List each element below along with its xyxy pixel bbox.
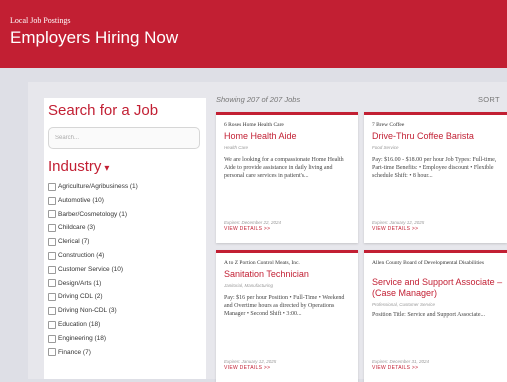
checkbox-icon[interactable] [48,279,56,288]
job-description: Pay: $16 per hour Position • Full-Time •… [224,295,345,317]
job-card: A to Z Portion Control Meats, Inc. Sanit… [216,250,358,382]
checkbox-icon[interactable] [48,265,56,274]
job-expires: Expires: December 31, 2024 [372,359,430,364]
job-title[interactable]: Sanitation Technician [224,269,358,280]
checkbox-icon[interactable] [48,196,56,205]
search-input[interactable] [55,131,191,145]
chevron-down-icon: ▾ [104,163,110,174]
industry-option[interactable]: Design/Arts (1) [48,277,204,291]
view-details-link[interactable]: VIEW DETAILS >> [372,226,418,232]
industry-option[interactable]: Automotive (10) [48,194,204,208]
job-employer: 7 Brew Coffee [372,122,405,128]
job-expires: Expires: January 12, 2025 [372,220,425,225]
industry-option[interactable]: Customer Service (10) [48,263,204,277]
industry-option[interactable]: Clerical (7) [48,235,204,249]
view-details-link[interactable]: VIEW DETAILS >> [372,365,418,371]
checkbox-icon[interactable] [48,182,56,191]
header-subtitle: Local Job Postings [10,16,71,25]
industry-option[interactable]: Driving CDL (2) [48,290,204,304]
checkbox-icon[interactable] [48,238,56,247]
industry-filter-list: Agriculture/Agribusiness (1) Automotive … [48,180,204,359]
job-title[interactable]: Drive-Thru Coffee Barista [372,131,506,142]
industry-option[interactable]: Construction (4) [48,249,204,263]
industry-option[interactable]: Finance (7) [48,346,204,360]
job-card: Allen County Board of Developmental Disa… [364,250,507,382]
checkbox-icon[interactable] [48,348,56,357]
checkbox-icon[interactable] [48,320,56,329]
industry-option[interactable]: Agriculture/Agribusiness (1) [48,180,204,194]
job-employer: A to Z Portion Control Meats, Inc. [224,260,300,266]
search-title: Search for a Job [48,102,159,119]
industry-filter-toggle[interactable]: Industry ▾ [48,158,109,175]
job-expires: Expires: January 12, 2025 [224,359,277,364]
job-employer: Allen County Board of Developmental Disa… [372,260,484,266]
job-title[interactable]: Service and Support Associate – (Case Ma… [372,277,506,299]
checkbox-icon[interactable] [48,293,56,302]
industry-title: Industry [48,158,102,175]
job-category: Janitorial, Manufacturing [224,283,274,288]
checkbox-icon[interactable] [48,334,56,343]
search-box[interactable] [48,127,200,149]
industry-option[interactable]: Driving Non-CDL (3) [48,304,204,318]
job-description: Pay: $16.00 - $18.00 per hour Job Types:… [372,157,497,179]
industry-option[interactable]: Childcare (3) [48,221,204,235]
industry-option[interactable]: Barber/Cosmetology (1) [48,208,204,222]
job-category: Health Care [224,145,249,150]
view-details-link[interactable]: VIEW DETAILS >> [224,365,270,371]
job-description: We are looking for a compassionate Home … [224,157,344,179]
job-card: 6 Roses Home Health Care Home Health Aid… [216,112,358,243]
job-category: Professional, Customer Service [372,302,436,307]
industry-option[interactable]: Engineering (18) [48,332,204,346]
job-expires: Expires: December 22, 2024 [224,220,282,225]
sort-button[interactable]: SORT [478,95,500,104]
job-employer: 6 Roses Home Health Care [224,122,284,128]
view-details-link[interactable]: VIEW DETAILS >> [224,226,270,232]
page-header: Local Job Postings Employers Hiring Now [0,0,507,68]
checkbox-icon[interactable] [48,210,56,219]
job-title[interactable]: Home Health Aide [224,131,358,142]
checkbox-icon[interactable] [48,224,56,233]
job-description: Position Title: Service and Support Asso… [372,312,486,318]
job-category: Food Service [372,145,399,150]
job-card: 7 Brew Coffee Drive-Thru Coffee Barista … [364,112,507,243]
checkbox-icon[interactable] [48,251,56,260]
industry-option[interactable]: Education (18) [48,318,204,332]
checkbox-icon[interactable] [48,307,56,316]
results-count: Showing 207 of 207 Jobs [216,95,301,104]
page-title: Employers Hiring Now [10,28,179,47]
